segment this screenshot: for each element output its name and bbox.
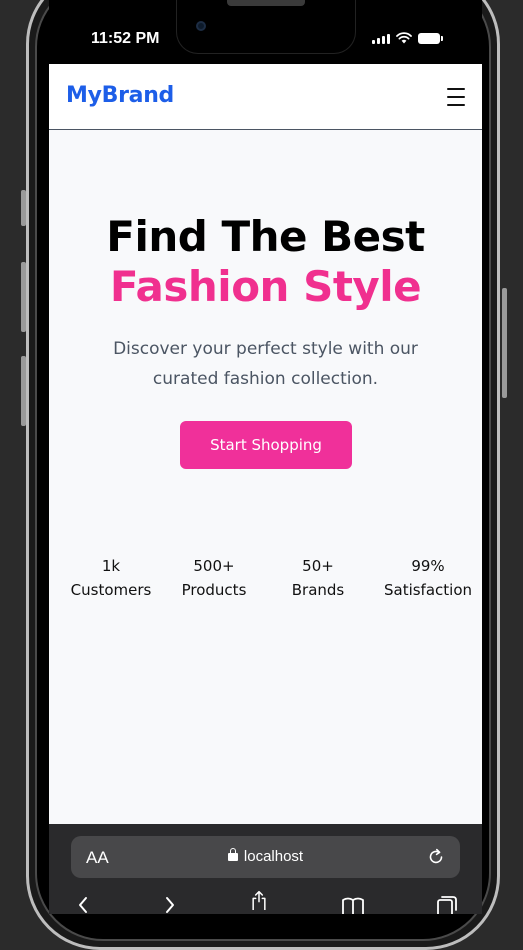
navbar: MyBrand [49,64,482,130]
stat-label: Products [181,581,247,599]
hero-title-line1: Find The Best [106,212,425,261]
stat-brands: 50+ Brands [268,554,368,602]
reload-icon[interactable] [426,847,446,867]
stat-value: 50+ [302,557,334,575]
hero-title: Find The Best Fashion Style [49,212,482,312]
url-display[interactable]: localhost [71,848,460,865]
phone-screen: 11:52 PM MyBrand Find The Best Fashion S… [49,0,482,914]
side-button-power [502,288,507,398]
stat-value: 99% [411,557,445,575]
side-button-volume-down [21,356,26,426]
signal-icon [372,33,390,44]
notch [176,0,356,54]
stat-value: 1k [101,557,121,575]
status-icons [372,32,443,44]
status-time: 11:52 PM [91,30,160,47]
stat-value: 500+ [193,557,235,575]
stat-products: 500+ Products [164,554,264,602]
wifi-icon [396,32,412,44]
lock-icon [227,848,238,861]
hero-title-line2: Fashion Style [109,262,422,311]
forward-icon[interactable] [158,894,182,914]
start-shopping-button[interactable]: Start Shopping [180,421,352,469]
share-icon[interactable] [247,890,271,910]
tabs-icon[interactable] [435,894,459,914]
url-text: localhost [243,848,304,865]
stat-label: Customers [70,581,152,599]
status-bar: 11:52 PM [49,0,482,64]
bookmarks-icon[interactable] [341,894,365,914]
stat-customers: 1k Customers [61,554,161,602]
side-button-volume-up [21,262,26,332]
stat-label: Satisfaction [383,581,473,599]
brand-logo[interactable]: MyBrand [66,83,174,108]
side-button-mute [21,190,26,226]
speaker-grille [227,0,305,6]
hero-subtitle: Discover your perfect style with our cur… [113,339,418,389]
hero-section: Find The Best Fashion Style Discover you… [49,130,482,824]
browser-toolbar: AA localhost [49,824,482,914]
stat-satisfaction: 99% Satisfaction [369,554,482,602]
front-camera [196,21,206,31]
hamburger-menu-icon[interactable] [447,88,465,106]
stat-label: Brands [291,581,345,599]
stats-row: 1k Customers 500+ Products 50+ Brands 99… [49,554,482,614]
battery-icon [418,32,443,44]
address-bar[interactable]: AA localhost [71,836,460,878]
back-icon[interactable] [71,894,95,914]
